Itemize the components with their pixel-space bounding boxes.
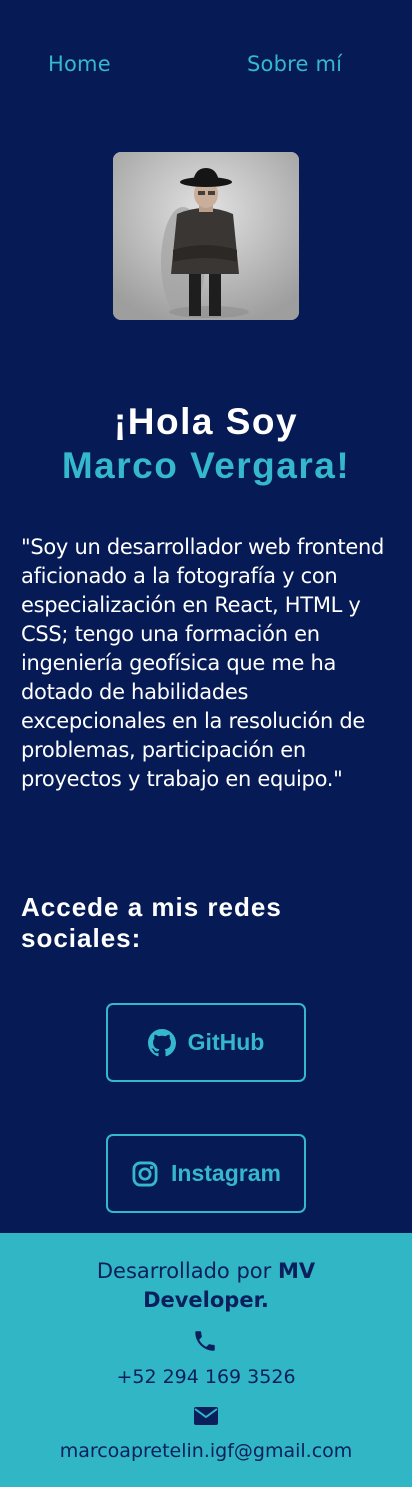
footer: Desarrollado por MV Developer. +52 294 1…	[0, 1233, 412, 1487]
footer-credit: Desarrollado por MV Developer.	[40, 1257, 372, 1315]
hero-heading: ¡Hola Soy Marco Vergara!	[0, 400, 412, 488]
envelope-icon	[193, 1405, 219, 1427]
hero-name: Marco Vergara!	[61, 445, 351, 486]
hero-greeting: ¡Hola Soy	[113, 401, 299, 442]
footer-phone[interactable]: +52 294 169 3526	[0, 1364, 412, 1390]
instagram-button-label: Instagram	[171, 1160, 281, 1186]
instagram-icon	[131, 1160, 159, 1188]
profile-photo	[113, 152, 299, 320]
nav-home-link[interactable]: Home	[48, 52, 111, 76]
bio-text: "Soy un desarrollador web frontend afici…	[21, 535, 385, 791]
footer-email[interactable]: marcoapretelin.igf@gmail.com	[0, 1438, 412, 1464]
github-button[interactable]: GitHub	[106, 1003, 306, 1082]
footer-credit-prefix: Desarrollado por	[96, 1259, 278, 1283]
github-icon	[147, 1028, 176, 1057]
page: Home Sobre mí ¡Hola Soy Marco Vergara! "…	[0, 0, 412, 1487]
social-heading: Accede a mis redes sociales:	[21, 892, 282, 953]
top-nav: Home Sobre mí	[0, 52, 412, 82]
nav-about-link[interactable]: Sobre mí	[247, 52, 342, 76]
github-button-label: GitHub	[187, 1029, 265, 1055]
phone-icon	[192, 1328, 218, 1354]
instagram-button[interactable]: Instagram	[106, 1134, 306, 1213]
